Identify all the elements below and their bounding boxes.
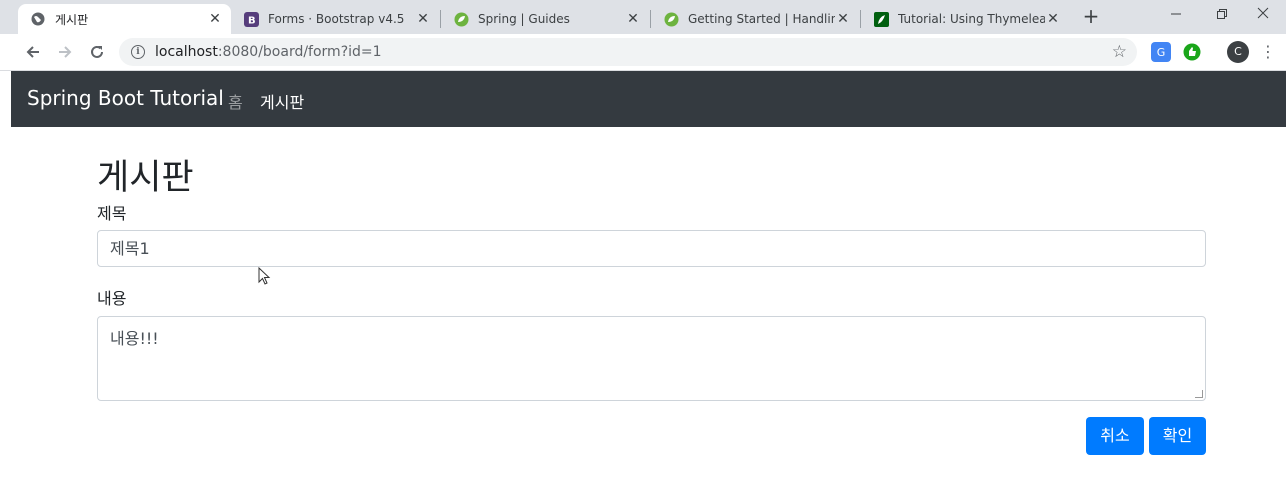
content-label: 내용 — [97, 289, 127, 308]
thymeleaf-icon — [873, 11, 889, 27]
tab-getting-started[interactable]: Getting Started | Handling ✕ — [651, 4, 859, 34]
translate-extension-icon[interactable]: G — [1151, 42, 1171, 62]
close-window-icon[interactable] — [1240, 4, 1286, 26]
bookmark-star-icon[interactable]: ☆ — [1112, 42, 1127, 62]
navbar: Spring Boot Tutorial 홈 게시판 — [11, 71, 1286, 127]
tab-bootstrap-forms[interactable]: B Forms · Bootstrap v4.5 ✕ — [231, 4, 439, 34]
close-tab-icon[interactable]: ✕ — [625, 11, 641, 27]
nav-link-board[interactable]: 게시판 — [260, 89, 304, 113]
url-path: :8080/board/form?id=1 — [217, 44, 382, 60]
content-textarea[interactable]: 내용!!! — [97, 316, 1206, 401]
back-icon[interactable] — [21, 41, 45, 63]
forward-icon[interactable] — [53, 41, 77, 63]
tab-title: 게시판 — [55, 12, 89, 27]
bootstrap-icon: B — [243, 11, 259, 27]
menu-dots-icon[interactable]: ⋮ — [1260, 41, 1276, 63]
address-bar[interactable]: i localhost:8080/board/form?id=1 ☆ — [119, 38, 1137, 66]
svg-text:B: B — [248, 15, 256, 26]
tab-title: Forms · Bootstrap v4.5 — [268, 12, 405, 26]
restore-icon[interactable] — [1199, 4, 1245, 26]
submit-button[interactable]: 확인 — [1149, 417, 1206, 455]
title-input[interactable]: 제목1 — [97, 230, 1206, 267]
title-label: 제목 — [97, 204, 127, 223]
tab-board[interactable]: 게시판 ✕ — [18, 4, 231, 34]
spring-leaf-icon — [663, 11, 679, 27]
content-text: 내용!!! — [110, 329, 159, 348]
globe-icon — [30, 11, 46, 27]
url-host: localhost — [155, 44, 218, 60]
tab-spring-guides[interactable]: Spring | Guides ✕ — [441, 4, 649, 34]
navbar-brand[interactable]: Spring Boot Tutorial — [27, 86, 224, 110]
site-info-icon[interactable]: i — [131, 45, 145, 59]
spring-leaf-icon — [453, 11, 469, 27]
green-extension-icon[interactable] — [1182, 42, 1202, 62]
url-text: localhost:8080/board/form?id=1 — [155, 44, 382, 60]
reload-icon[interactable] — [85, 41, 109, 63]
minimize-icon[interactable] — [1153, 4, 1199, 26]
page-title: 게시판 — [97, 158, 194, 198]
mouse-cursor-icon — [258, 266, 272, 291]
new-tab-button[interactable]: + — [1080, 6, 1102, 28]
nav-link-home[interactable]: 홈 — [228, 89, 243, 113]
tab-thymeleaf[interactable]: Tutorial: Using Thymeleaf ✕ — [861, 4, 1069, 34]
close-tab-icon[interactable]: ✕ — [207, 11, 223, 27]
tab-strip: 게시판 ✕ B Forms · Bootstrap v4.5 ✕ Spring … — [0, 0, 1286, 34]
tab-title: Tutorial: Using Thymeleaf — [898, 12, 1045, 26]
close-tab-icon[interactable]: ✕ — [415, 11, 431, 27]
resize-handle[interactable] — [1195, 390, 1203, 398]
tab-title: Getting Started | Handling — [688, 12, 835, 26]
tab-title: Spring | Guides — [478, 12, 570, 26]
close-tab-icon[interactable]: ✕ — [1045, 11, 1061, 27]
page-content: Spring Boot Tutorial 홈 게시판 게시판 제목 제목1 내용… — [11, 71, 1286, 495]
cancel-button[interactable]: 취소 — [1086, 417, 1144, 455]
profile-avatar[interactable]: C — [1227, 41, 1249, 63]
close-tab-icon[interactable]: ✕ — [835, 11, 851, 27]
browser-toolbar: i localhost:8080/board/form?id=1 ☆ G C ⋮ — [0, 34, 1286, 71]
